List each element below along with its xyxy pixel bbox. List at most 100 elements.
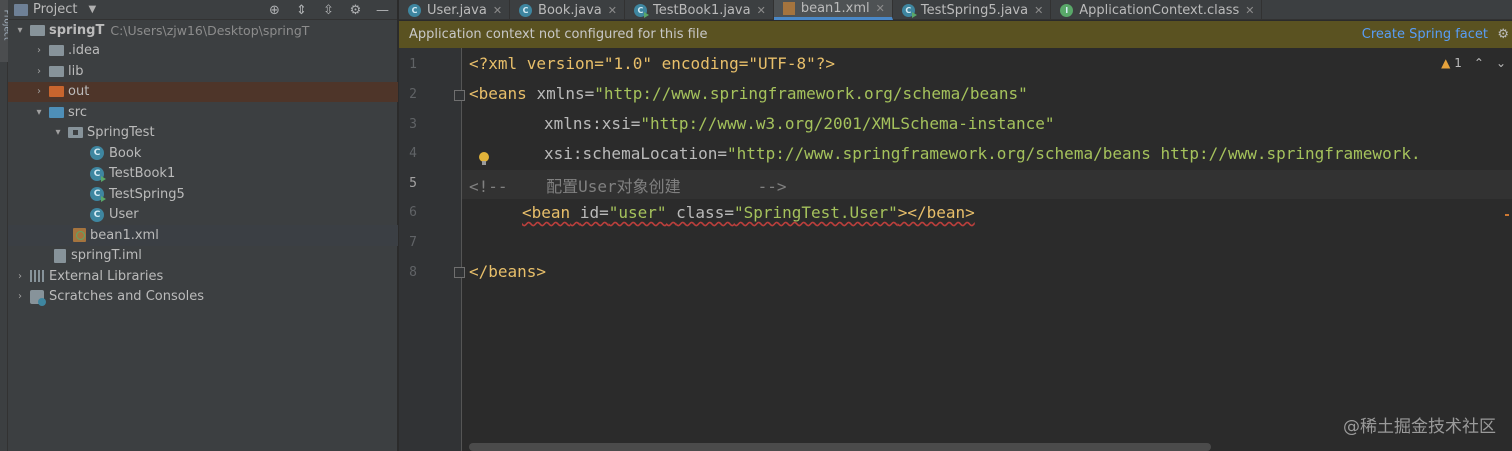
project-icon [14, 3, 28, 16]
attr-value: "http://www.w3.org/2001/XMLSchema-instan… [640, 114, 1055, 133]
runnable-class-icon: C [90, 166, 106, 182]
chevron-right-icon[interactable]: › [33, 86, 45, 97]
error-stripe-mark[interactable] [1505, 214, 1509, 216]
tab-applicationcontext-class[interactable]: I ApplicationContext.class ✕ [1051, 0, 1263, 20]
inspection-widget[interactable]: ▲ 1 ⌃ ⌄ [1441, 56, 1506, 70]
gear-icon[interactable]: ⚙ [349, 4, 362, 17]
previous-highlight-icon[interactable]: ⌃ [1474, 56, 1484, 70]
gear-icon[interactable]: ⚙ [1497, 27, 1509, 42]
interface-icon: I [1060, 3, 1074, 17]
tree-item-label: TestSpring5 [109, 186, 185, 202]
notification-message: Application context not configured for t… [409, 27, 708, 42]
line-number: 4 [409, 146, 417, 161]
close-icon[interactable]: ✕ [493, 4, 502, 17]
attr-value: "SpringTest.User" [733, 203, 898, 222]
tree-item-label: Scratches and Consoles [49, 289, 205, 305]
tree-item-label: lib [68, 63, 84, 79]
tab-bean1-xml[interactable]: bean1.xml ✕ [773, 0, 893, 20]
close-icon[interactable]: ✕ [1034, 4, 1043, 17]
lightbulb-icon[interactable] [479, 152, 489, 165]
library-icon [30, 270, 44, 283]
close-icon[interactable]: ✕ [757, 4, 766, 17]
project-tool-window: Project ▼ ⊕ ⇕ ⇳ ⚙ — ▾ springT C:\Users\z… [8, 0, 398, 451]
line-number: 8 [409, 265, 417, 280]
tab-label: TestSpring5.java [920, 2, 1029, 18]
attr-value: "http://www.springframework.org/schema/b… [727, 144, 1421, 163]
tree-item-springtest-package[interactable]: ▾ SpringTest [8, 123, 398, 144]
tree-item-testspring5[interactable]: C TestSpring5 [8, 184, 398, 205]
hide-icon[interactable]: — [376, 4, 389, 17]
xml-comment: <!-- 配置User对象创建 --> [469, 177, 787, 196]
collapse-all-icon[interactable]: ⇳ [322, 4, 335, 17]
code-line-8: </beans> [469, 262, 546, 281]
attr-name: xmlns:xsi= [544, 114, 641, 133]
folder-icon [49, 65, 64, 77]
locate-icon[interactable]: ⊕ [268, 4, 281, 17]
xml-declaration: <?xml version="1.0" encoding="UTF-8"?> [469, 54, 836, 73]
module-path: C:\Users\zjw16\Desktop\springT [110, 22, 310, 38]
tree-item-external-libraries[interactable]: › External Libraries [8, 266, 398, 287]
warning-indicator[interactable]: ▲ 1 [1441, 56, 1462, 70]
tree-item-label: springT.iml [71, 248, 142, 264]
tree-item-springT[interactable]: ▾ springT C:\Users\zjw16\Desktop\springT [8, 20, 398, 41]
line-number: 6 [409, 205, 417, 220]
tree-item-label: out [68, 84, 90, 100]
tab-label: ApplicationContext.class [1079, 2, 1240, 18]
chevron-right-icon[interactable]: › [33, 66, 45, 77]
close-icon[interactable]: ✕ [876, 2, 885, 15]
tree-item-lib[interactable]: › lib [8, 61, 398, 82]
tree-item-testbook1[interactable]: C TestBook1 [8, 164, 398, 185]
close-icon[interactable]: ✕ [1245, 4, 1254, 17]
chevron-right-icon[interactable]: › [14, 271, 26, 282]
chevron-right-icon[interactable]: › [14, 291, 26, 302]
code-line-6: <bean id="user" class="SpringTest.User">… [522, 203, 975, 222]
code-line-3: xmlns:xsi="http://www.w3.org/2001/XMLSch… [544, 114, 1055, 133]
chevron-down-icon[interactable]: ▾ [14, 25, 26, 36]
tree-item-label: SpringTest [87, 125, 155, 141]
tree-item-scratches[interactable]: › Scratches and Consoles [8, 287, 398, 308]
fold-icon[interactable] [454, 267, 465, 278]
chevron-down-icon[interactable]: ▾ [52, 127, 64, 138]
horizontal-scrollbar[interactable] [469, 443, 1211, 451]
spring-xml-icon [782, 2, 795, 15]
tree-item-idea[interactable]: › .idea [8, 41, 398, 62]
tab-label: TestBook1.java [652, 2, 751, 18]
tree-item-label: .idea [68, 43, 100, 59]
close-icon[interactable]: ✕ [608, 4, 617, 17]
create-spring-facet-link[interactable]: Create Spring facet [1362, 27, 1488, 42]
fold-icon[interactable] [454, 90, 465, 101]
chevron-right-icon[interactable]: › [33, 45, 45, 56]
warning-icon: ▲ [1441, 56, 1451, 70]
next-highlight-icon[interactable]: ⌄ [1496, 56, 1506, 70]
tree-item-src[interactable]: ▾ src [8, 102, 398, 123]
tree-item-label: src [68, 104, 87, 120]
notification-bar: Application context not configured for t… [399, 21, 1512, 48]
tab-book-java[interactable]: C Book.java ✕ [510, 0, 625, 20]
source-folder-icon [49, 106, 64, 118]
project-view-selector[interactable]: Project ▼ [14, 2, 96, 17]
beans-close-tag: </beans> [469, 262, 547, 281]
bean-open-tag: <bean [522, 203, 571, 222]
attr-value: "http://www.springframework.org/schema/b… [594, 84, 1028, 103]
class-icon: C [408, 3, 421, 17]
runnable-class-icon: C [901, 3, 917, 18]
expand-all-icon[interactable]: ⇕ [295, 4, 308, 17]
tree-item-springt-iml[interactable]: springT.iml [8, 246, 398, 267]
project-stripe-button[interactable]: Project [0, 0, 11, 62]
code-line-5: <!-- 配置User对象创建 --> [469, 173, 787, 197]
line-number: 1 [409, 57, 417, 72]
class-icon: C [90, 146, 104, 161]
tab-testbook1-java[interactable]: C TestBook1.java ✕ [625, 0, 774, 20]
line-number: 2 [409, 87, 417, 102]
tree-item-user[interactable]: C User [8, 205, 398, 226]
code-editor[interactable]: 1 2 3 4 5 6 7 8 <?xml version="1.0" enco… [399, 48, 1512, 451]
chevron-down-icon[interactable]: ▾ [33, 107, 45, 118]
tab-label: User.java [427, 2, 487, 18]
folder-icon [49, 45, 64, 57]
tab-user-java[interactable]: C User.java ✕ [399, 0, 511, 20]
code-line-2: <beans xmlns="http://www.springframework… [469, 84, 1028, 103]
tree-item-out[interactable]: › out [8, 81, 398, 102]
tree-item-book[interactable]: C Book [8, 143, 398, 164]
tab-testspring5-java[interactable]: C TestSpring5.java ✕ [893, 0, 1052, 20]
tree-item-bean1-xml[interactable]: bean1.xml [8, 225, 398, 246]
